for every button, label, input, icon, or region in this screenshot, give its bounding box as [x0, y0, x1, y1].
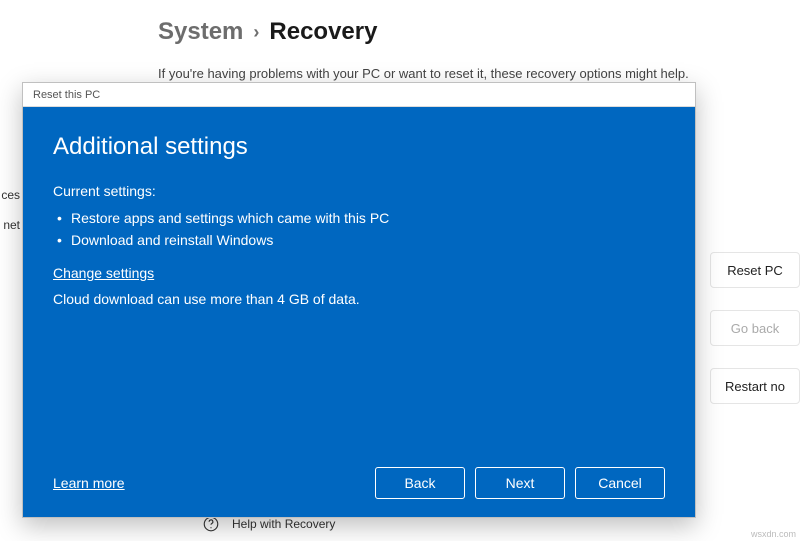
recovery-intro-text: If you're having problems with your PC o…: [158, 66, 689, 81]
settings-page-background: System › Recovery If you're having probl…: [0, 0, 800, 541]
cancel-button[interactable]: Cancel: [575, 467, 665, 499]
restart-now-button[interactable]: Restart no: [710, 368, 800, 404]
recovery-actions-column: Reset PC Go back Restart no: [710, 252, 800, 404]
watermark: wsxdn.com: [751, 529, 796, 539]
breadcrumb: System › Recovery: [158, 18, 377, 46]
change-settings-link[interactable]: Change settings: [53, 265, 665, 281]
sidebar-item[interactable]: net: [0, 210, 22, 240]
reset-pc-button[interactable]: Reset PC: [710, 252, 800, 288]
next-button[interactable]: Next: [475, 467, 565, 499]
settings-list-item: Download and reinstall Windows: [53, 229, 665, 251]
dialog-footer: Learn more Back Next Cancel: [53, 467, 665, 499]
go-back-button[interactable]: Go back: [710, 310, 800, 346]
sidebar-item[interactable]: ces: [0, 180, 22, 210]
sidebar-fragment: ces net: [0, 180, 22, 240]
breadcrumb-current: Recovery: [269, 18, 377, 46]
chevron-right-icon: ›: [253, 22, 259, 43]
cloud-download-note: Cloud download can use more than 4 GB of…: [53, 291, 665, 307]
current-settings-label: Current settings:: [53, 183, 665, 199]
dialog-body: Additional settings Current settings: Re…: [23, 107, 695, 517]
breadcrumb-parent[interactable]: System: [158, 18, 243, 46]
back-button[interactable]: Back: [375, 467, 465, 499]
learn-more-link[interactable]: Learn more: [53, 475, 125, 491]
dialog-heading: Additional settings: [53, 133, 665, 161]
help-label: Help with Recovery: [232, 517, 335, 531]
dialog-button-row: Back Next Cancel: [375, 467, 665, 499]
current-settings-list: Restore apps and settings which came wit…: [53, 207, 665, 251]
reset-this-pc-dialog: Reset this PC Additional settings Curren…: [22, 82, 696, 518]
dialog-titlebar: Reset this PC: [23, 83, 695, 107]
dialog-title: Reset this PC: [33, 89, 100, 101]
settings-list-item: Restore apps and settings which came wit…: [53, 207, 665, 229]
